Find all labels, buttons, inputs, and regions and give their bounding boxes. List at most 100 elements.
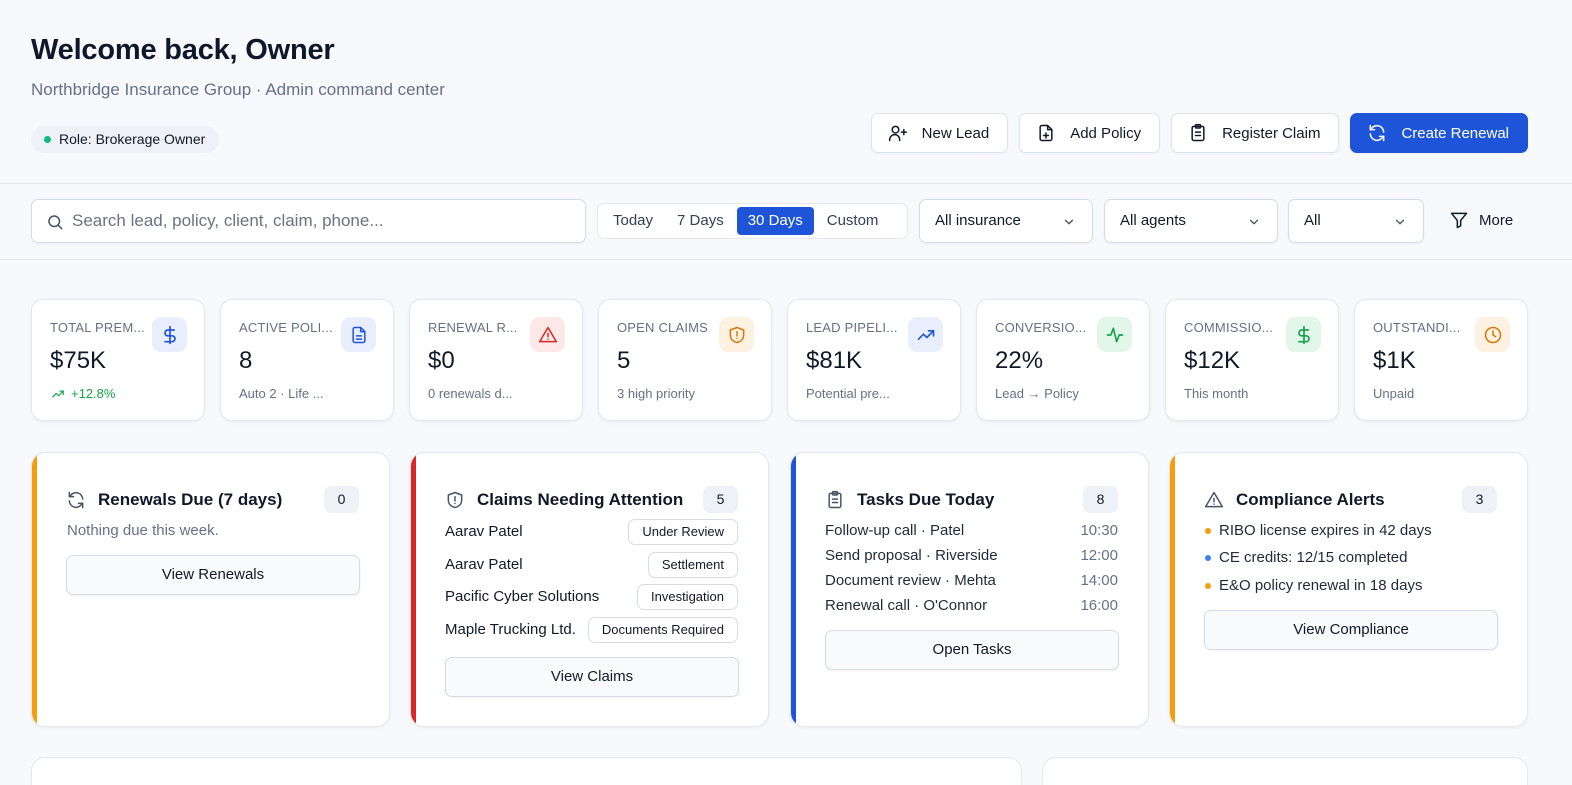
- status-select[interactable]: All: [1288, 199, 1424, 243]
- claim-status-badge: Investigation: [637, 584, 738, 610]
- alert-dot: [1205, 583, 1211, 589]
- page-title: Welcome back, Owner: [31, 34, 335, 66]
- insurance-type-select[interactable]: All insurance: [919, 199, 1093, 243]
- kpi-sub: Auto 2 · Life ...: [239, 386, 324, 401]
- filter-icon: [1449, 210, 1469, 230]
- kpi-open-claims[interactable]: OPEN CLAIMS 5 3 high priority: [598, 299, 772, 421]
- claim-row[interactable]: Maple Trucking Ltd. Documents Required: [445, 617, 738, 643]
- kpi-value: $12K: [1184, 347, 1241, 374]
- user-plus-icon: [888, 123, 908, 143]
- kpi-lead-pipeline[interactable]: LEAD PIPELI... $81K Potential pre...: [787, 299, 961, 421]
- kpi-value: $1K: [1373, 347, 1416, 374]
- kpi-value: $81K: [806, 347, 863, 374]
- alert-text: E&O policy renewal in 18 days: [1219, 577, 1423, 594]
- kpi-commission[interactable]: COMMISSIO... $12K This month: [1165, 299, 1339, 421]
- agent-select[interactable]: All agents: [1104, 199, 1278, 243]
- view-claims-button[interactable]: View Claims: [445, 657, 739, 697]
- more-filters-button[interactable]: More: [1449, 210, 1513, 230]
- clock-icon: [1475, 317, 1510, 352]
- range-7-days[interactable]: 7 Days: [666, 207, 735, 235]
- add-policy-button[interactable]: Add Policy: [1019, 113, 1161, 153]
- kpi-renewal-revenue[interactable]: RENEWAL R... $0 0 renewals d...: [409, 299, 583, 421]
- claim-client: Maple Trucking Ltd.: [445, 621, 576, 638]
- panel-header: Tasks Due Today 8: [825, 486, 1118, 514]
- role-label: Role: Brokerage Owner: [59, 131, 206, 147]
- kpi-trend-value: +12.8%: [71, 386, 116, 401]
- accent-bar: [411, 453, 416, 726]
- kpi-value: 5: [617, 347, 631, 374]
- chevron-down-icon: [1062, 215, 1076, 229]
- status-dot: [44, 136, 51, 143]
- document-icon: [341, 317, 376, 352]
- search-icon: [46, 213, 64, 231]
- trending-up-icon: [51, 387, 65, 401]
- activity-icon: [1097, 317, 1132, 352]
- task-row[interactable]: Document review · Mehta 14:00: [825, 572, 1118, 592]
- dollar-icon: [1286, 317, 1321, 352]
- kpi-sub: Unpaid: [1373, 386, 1415, 401]
- warning-icon: [530, 317, 565, 352]
- search-input[interactable]: [72, 200, 572, 242]
- clipboard-icon: [1188, 123, 1208, 143]
- kpi-active-policies[interactable]: ACTIVE POLI... 8 Auto 2 · Life ...: [220, 299, 394, 421]
- task-name: Follow-up call · Patel: [825, 522, 965, 539]
- file-plus-icon: [1036, 123, 1056, 143]
- new-lead-label: New Lead: [921, 124, 990, 142]
- panel-header: Renewals Due (7 days) 0: [66, 486, 359, 514]
- open-tasks-button[interactable]: Open Tasks: [825, 630, 1119, 670]
- kpi-outstanding[interactable]: OUTSTANDI... $1K Unpaid: [1354, 299, 1528, 421]
- create-renewal-button[interactable]: Create Renewal: [1350, 113, 1528, 153]
- compliance-alert[interactable]: E&O policy renewal in 18 days: [1204, 577, 1507, 597]
- claim-client: Aarav Patel: [445, 523, 523, 540]
- kpi-sub: Lead → Policy: [995, 386, 1079, 401]
- kpi-label: OPEN CLAIMS: [617, 320, 709, 335]
- create-renewal-label: Create Renewal: [1401, 124, 1509, 142]
- warning-icon: [1204, 490, 1224, 510]
- kpi-label: COMMISSIO...: [1184, 320, 1274, 335]
- register-claim-button[interactable]: Register Claim: [1171, 113, 1340, 153]
- agent-value: All agents: [1120, 212, 1186, 229]
- compliance-alert[interactable]: RIBO license expires in 42 days: [1204, 522, 1507, 542]
- trending-up-icon: [908, 317, 943, 352]
- kpi-sub: 0 renewals d...: [428, 386, 513, 401]
- search-box: [31, 199, 586, 243]
- view-renewals-button[interactable]: View Renewals: [66, 555, 360, 595]
- panel-header: Claims Needing Attention 5: [445, 486, 738, 514]
- claim-row[interactable]: Aarav Patel Under Review: [445, 519, 738, 545]
- compliance-alert[interactable]: CE credits: 12/15 completed: [1204, 549, 1507, 569]
- add-policy-label: Add Policy: [1070, 124, 1142, 142]
- task-time: 12:00: [1080, 547, 1118, 564]
- accent-bar: [1170, 453, 1175, 726]
- kpi-value: $0: [428, 347, 455, 374]
- claim-status-badge: Under Review: [628, 519, 738, 545]
- task-row[interactable]: Renewal call · O'Connor 16:00: [825, 597, 1118, 617]
- kpi-label: ACTIVE POLI...: [239, 320, 333, 335]
- task-row[interactable]: Follow-up call · Patel 10:30: [825, 522, 1118, 542]
- range-30-days[interactable]: 30 Days: [736, 207, 814, 235]
- alert-dot: [1205, 555, 1211, 561]
- new-lead-button[interactable]: New Lead: [870, 113, 1009, 153]
- view-compliance-button[interactable]: View Compliance: [1204, 610, 1498, 650]
- kpi-label: OUTSTANDI...: [1373, 320, 1461, 335]
- shield-alert-icon: [445, 490, 465, 510]
- claims-panel: Claims Needing Attention 5 Aarav Patel U…: [410, 452, 769, 727]
- count-badge: 3: [1462, 486, 1497, 513]
- bottom-card-left: [31, 757, 1022, 785]
- kpi-value: 22%: [995, 347, 1044, 374]
- claim-row[interactable]: Pacific Cyber Solutions Investigation: [445, 584, 738, 610]
- claim-client: Pacific Cyber Solutions: [445, 588, 600, 605]
- kpi-value: $75K: [50, 347, 107, 374]
- task-row[interactable]: Send proposal · Riverside 12:00: [825, 547, 1118, 567]
- claim-row[interactable]: Aarav Patel Settlement: [445, 552, 738, 578]
- clipboard-icon: [825, 490, 845, 510]
- kpi-total-premium[interactable]: TOTAL PREM... $75K +12.8%: [31, 299, 205, 421]
- refresh-icon: [66, 490, 86, 510]
- range-today[interactable]: Today: [602, 207, 664, 235]
- accent-bar: [791, 453, 796, 726]
- panel-title: Claims Needing Attention: [477, 490, 684, 509]
- alert-dot: [1205, 528, 1211, 534]
- range-custom[interactable]: Custom: [816, 207, 890, 235]
- kpi-conversion[interactable]: CONVERSIO... 22% Lead → Policy: [976, 299, 1150, 421]
- task-time: 14:00: [1080, 572, 1118, 589]
- panel-title: Renewals Due (7 days): [98, 490, 283, 509]
